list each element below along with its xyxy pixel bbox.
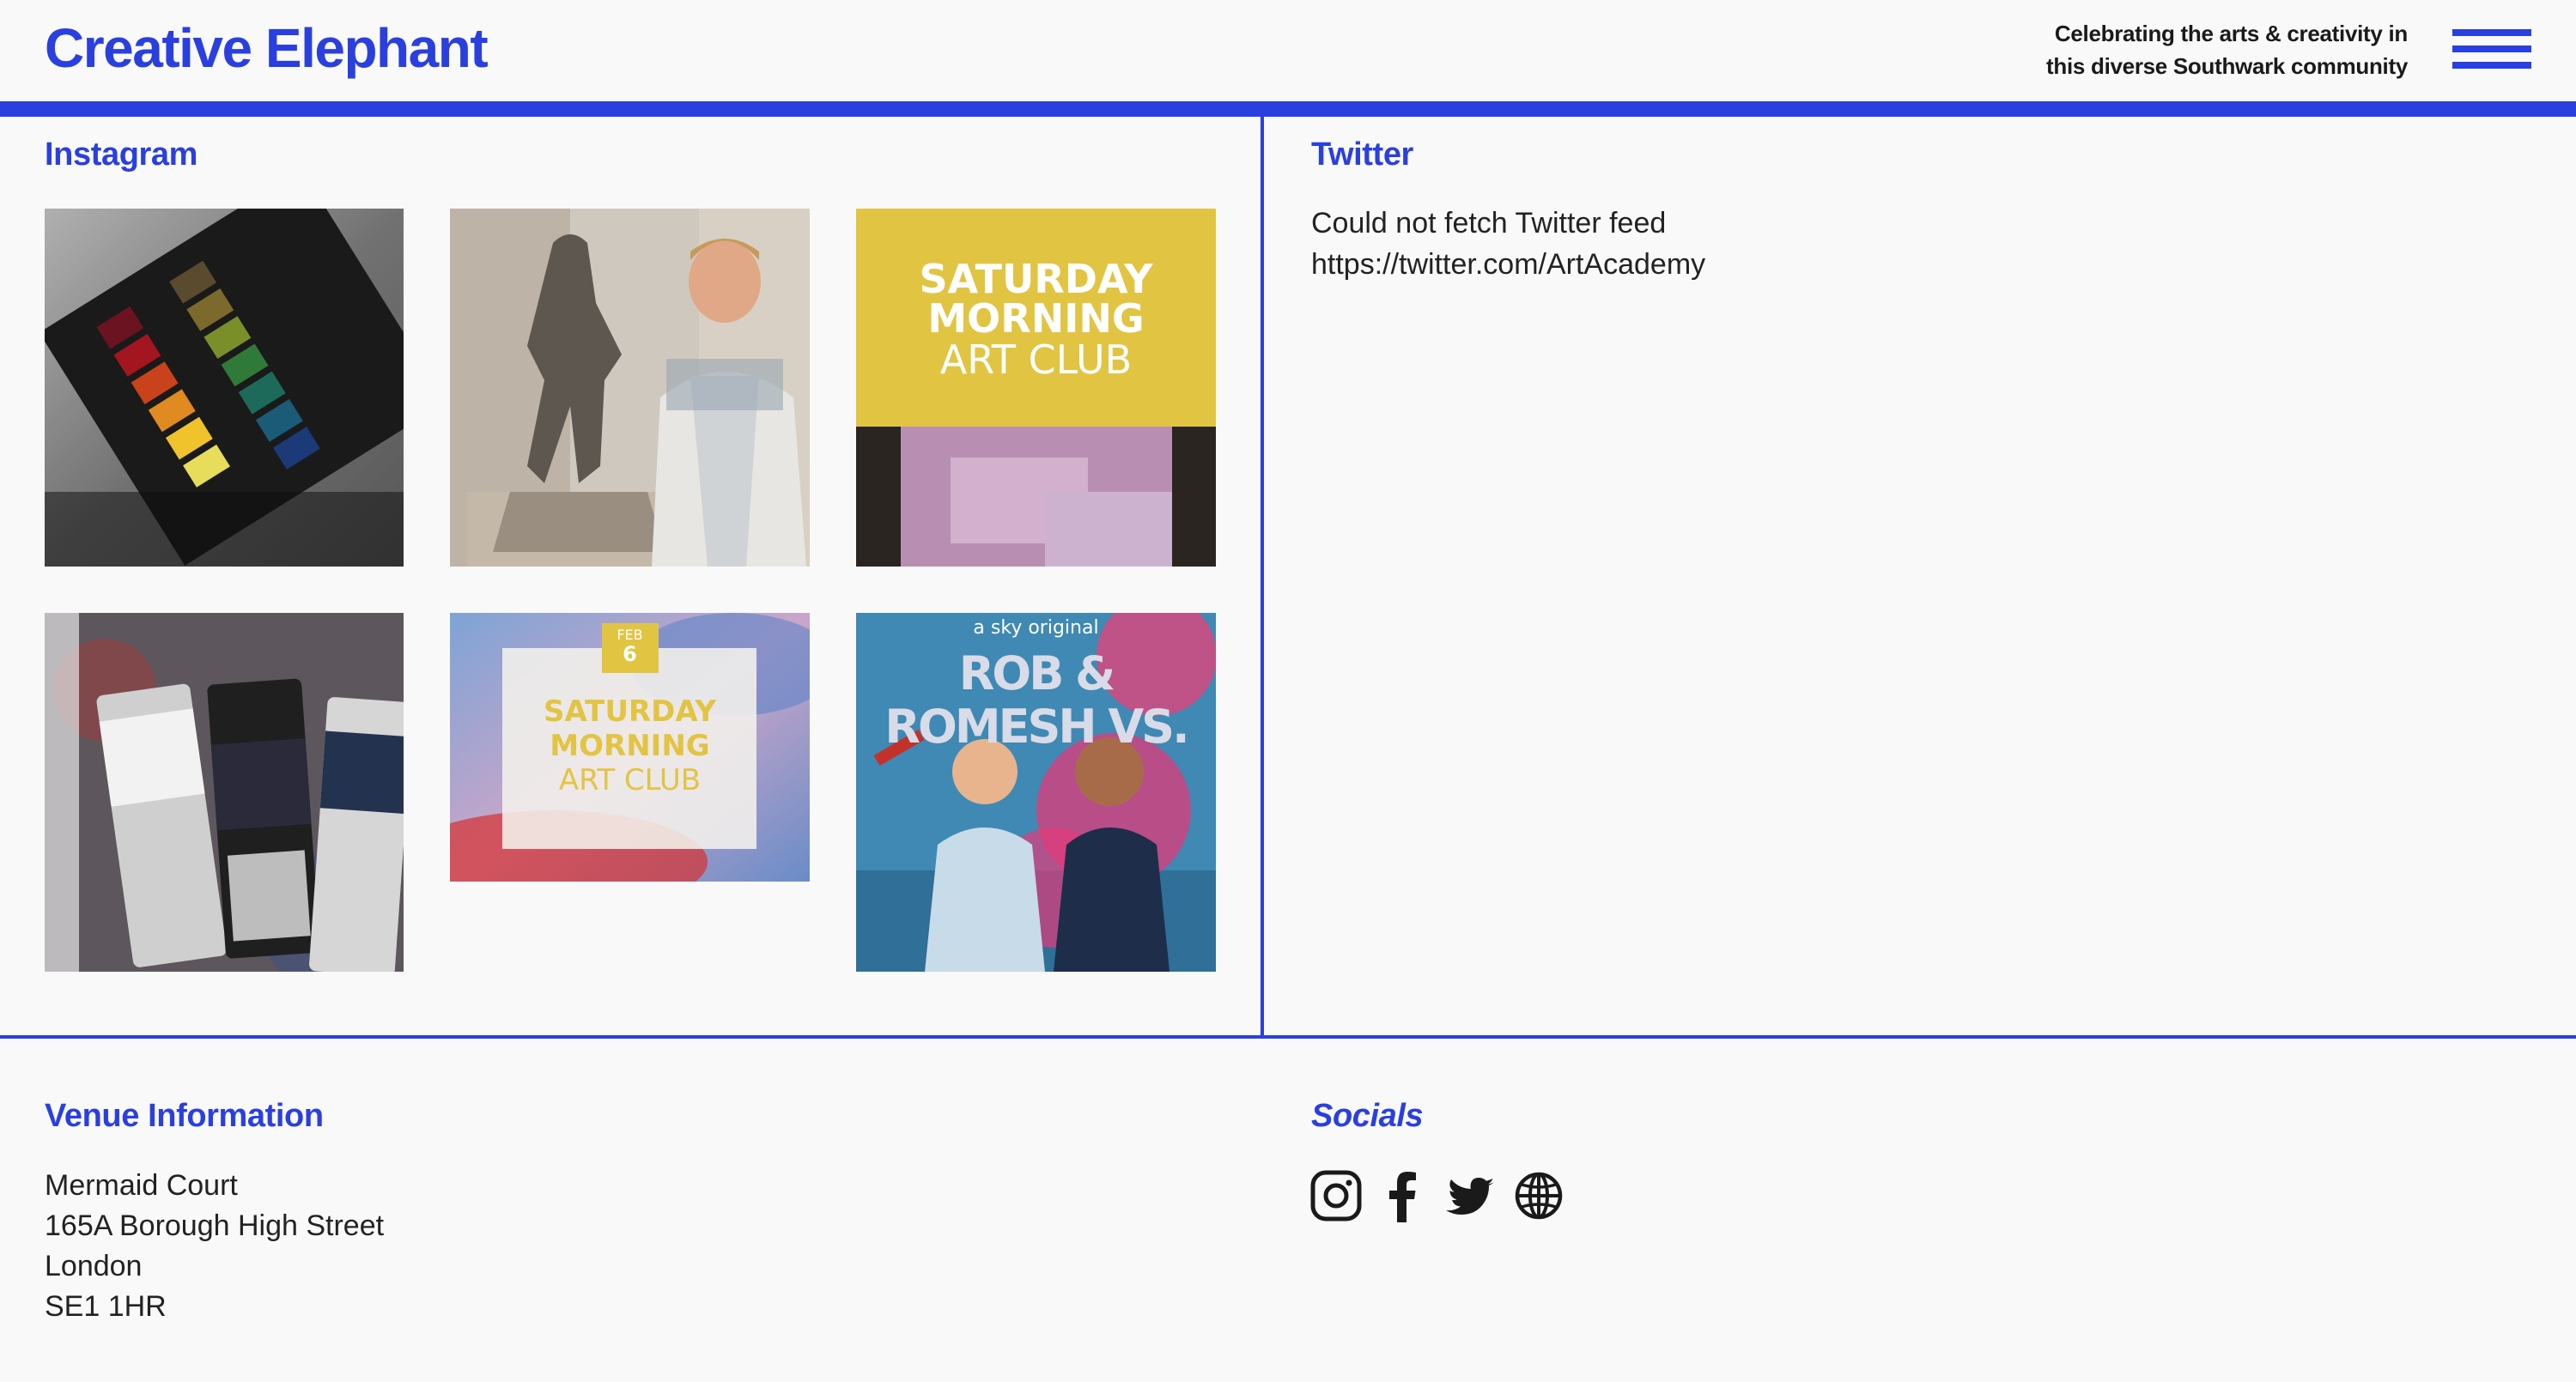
site-tagline: Celebrating the arts & creativity in thi… [1961, 17, 2408, 82]
website-globe-icon[interactable] [1513, 1169, 1564, 1222]
twitter-icon[interactable] [1444, 1169, 1496, 1222]
art-club-title-line-2: MORNING [927, 295, 1145, 342]
instagram-post-4[interactable] [45, 613, 404, 972]
watercolour-palette-image [45, 209, 404, 567]
address-line-1: Mermaid Court [45, 1169, 238, 1202]
art-club-date-title-line-2: MORNING [550, 729, 710, 763]
instagram-post-3[interactable]: SATURDAY MORNING ART CLUB [856, 209, 1216, 567]
post-date-month: FEB [617, 627, 643, 643]
twitter-profile-link[interactable]: https://twitter.com/ArtAcademy [1311, 244, 1705, 285]
instagram-post-5[interactable]: FEB 6 SATURDAY MORNING ART CLUB [450, 613, 810, 882]
art-club-title-line-3: ART CLUB [939, 336, 1133, 383]
instagram-post-1[interactable] [45, 209, 404, 567]
column-divider [1261, 117, 1264, 1039]
address-line-3: London [45, 1250, 143, 1282]
footer-divider [0, 1035, 2576, 1039]
hamburger-menu-icon[interactable] [2452, 27, 2531, 72]
tagline-line-1: Celebrating the arts & creativity in [2054, 21, 2408, 46]
instagram-icon[interactable] [1310, 1169, 1362, 1222]
address-line-2: 165A Borough High Street [45, 1209, 385, 1242]
header-divider [0, 101, 2576, 117]
twitter-feed: Could not fetch Twitter feed https://twi… [1311, 203, 1705, 285]
site-header: Creative Elephant Celebrating the arts &… [0, 0, 2576, 101]
show-network-tag: a sky original [973, 617, 1099, 639]
post-date-day: 6 [623, 642, 637, 666]
paint-tubes-image [45, 613, 404, 972]
venue-heading: Venue Information [45, 1098, 324, 1134]
art-club-date-title-line-1: SATURDAY [543, 694, 717, 729]
twitter-heading: Twitter [1311, 136, 1413, 173]
tagline-line-2: this diverse Southwark community [2046, 53, 2408, 79]
venue-address: Mermaid Court 165A Borough High Street L… [45, 1166, 384, 1327]
socials-heading: Socials [1311, 1098, 1424, 1134]
artist-sculpture-image [450, 209, 810, 567]
address-line-4: SE1 1HR [45, 1290, 167, 1323]
art-club-title-line-1: SATURDAY [919, 256, 1153, 302]
menu-bar [2452, 29, 2531, 36]
twitter-error-message: Could not fetch Twitter feed [1311, 207, 1667, 239]
show-title: ROB & ROMESH VS. [884, 646, 1189, 754]
site-logo[interactable]: Creative Elephant [45, 12, 489, 84]
menu-bar [2452, 62, 2531, 69]
art-club-date-title-line-3: ART CLUB [558, 763, 702, 797]
instagram-post-6[interactable]: a sky original ROB & ROMESH VS. [856, 613, 1216, 972]
menu-bar [2452, 45, 2531, 52]
instagram-heading: Instagram [45, 136, 198, 173]
facebook-icon[interactable] [1377, 1169, 1429, 1222]
instagram-post-2[interactable] [450, 209, 810, 567]
